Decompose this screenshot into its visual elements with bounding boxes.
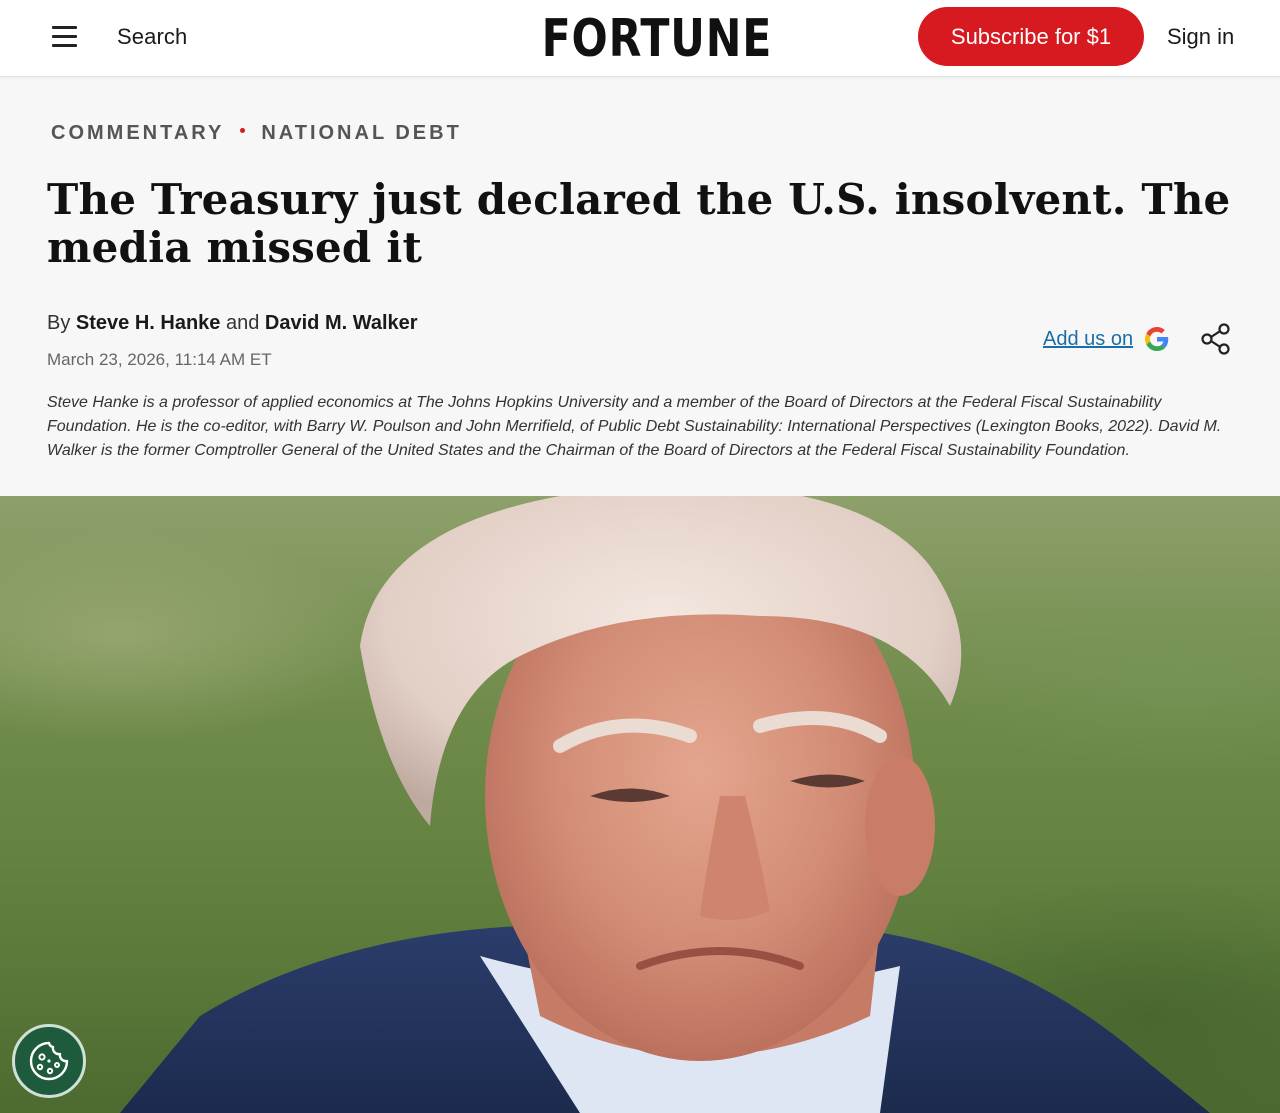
- hamburger-menu-icon[interactable]: [50, 22, 80, 52]
- hero-image: [0, 496, 1280, 1113]
- author-bio: Steve Hanke is a professor of applied ec…: [47, 394, 1222, 459]
- menu-bar: [52, 44, 77, 47]
- subscribe-button[interactable]: Subscribe for $1: [918, 7, 1144, 66]
- share-icon[interactable]: [1199, 322, 1233, 356]
- separator-dot: [240, 128, 246, 133]
- add-us-on-google-link[interactable]: Add us on: [1043, 327, 1169, 351]
- byline: By Steve H. Hanke and David M. Walker: [47, 312, 418, 335]
- cookie-icon: [29, 1041, 69, 1081]
- byline-prefix: By: [47, 312, 71, 334]
- article-eyebrow: COMMENTARY NATIONAL DEBT: [51, 122, 462, 145]
- site-header: Search FORTUNE Subscribe for $1 Sign in: [0, 0, 1280, 77]
- article-headline: The Treasury just declared the U.S. inso…: [47, 175, 1231, 272]
- menu-bar: [52, 26, 77, 29]
- author-link-1[interactable]: Steve H. Hanke: [76, 312, 221, 334]
- portrait-photo: [120, 496, 1210, 1113]
- topic-link[interactable]: NATIONAL DEBT: [261, 122, 461, 145]
- fortune-logo[interactable]: FORTUNE: [542, 9, 772, 69]
- byline-and: and: [225, 312, 260, 334]
- author-link-2[interactable]: David M. Walker: [265, 312, 418, 334]
- cookie-settings-button[interactable]: [12, 1024, 86, 1098]
- publish-date: March 23, 2026, 11:14 AM ET: [47, 350, 272, 369]
- category-link[interactable]: COMMENTARY: [51, 122, 224, 145]
- search-link[interactable]: Search: [117, 24, 187, 50]
- add-us-on-google-label: Add us on: [1043, 327, 1134, 350]
- menu-bar: [52, 35, 77, 38]
- sign-in-link[interactable]: Sign in: [1167, 24, 1234, 50]
- google-g-icon: [1145, 327, 1169, 351]
